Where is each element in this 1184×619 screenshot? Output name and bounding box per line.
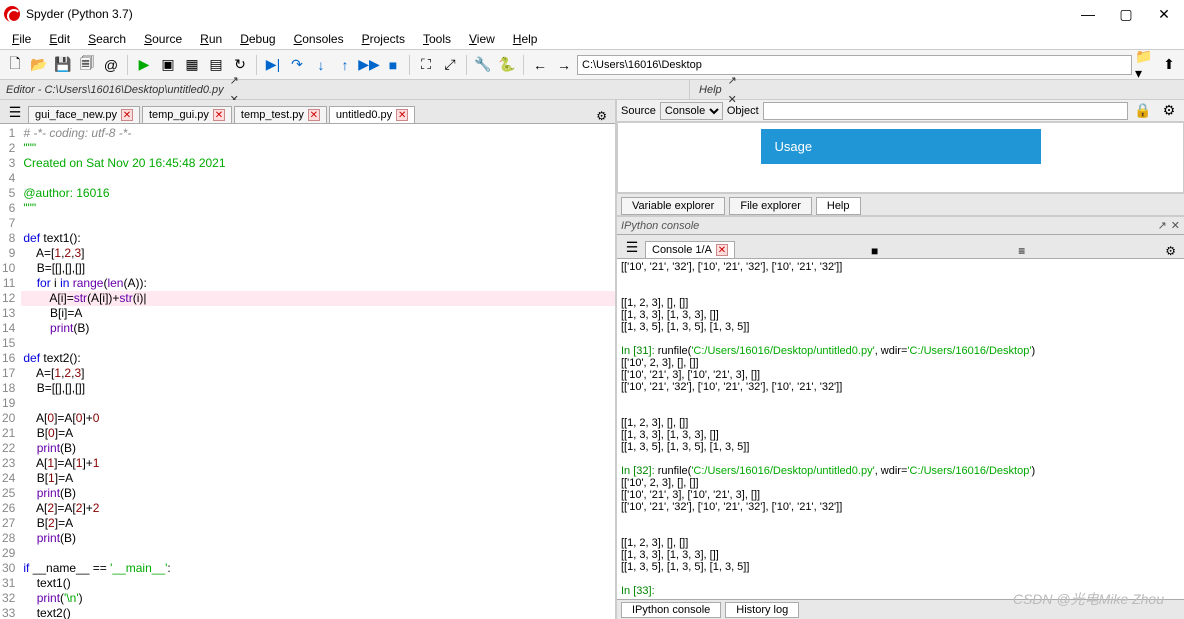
- preferences-icon[interactable]: 🔧: [472, 54, 494, 76]
- new-file-icon[interactable]: 🗋: [4, 54, 26, 76]
- menu-projects[interactable]: Projects: [354, 30, 413, 48]
- ipython-title: IPython console: [621, 220, 699, 232]
- gear-icon[interactable]: ⚙: [1158, 100, 1180, 122]
- close-console-icon[interactable]: ✕: [1171, 219, 1180, 232]
- fullscreen-icon[interactable]: ⤢: [439, 54, 461, 76]
- save-icon[interactable]: 💾: [52, 54, 74, 76]
- titlebar: Spyder (Python 3.7) — ▢ ✕: [0, 0, 1184, 28]
- editor-tab[interactable]: untitled0.py✕: [329, 106, 415, 123]
- run-cell-advance-icon[interactable]: ▦: [181, 54, 203, 76]
- debug-icon[interactable]: ▶|: [262, 54, 284, 76]
- menu-help[interactable]: Help: [505, 30, 546, 48]
- object-label: Object: [727, 105, 759, 117]
- minimize-button[interactable]: —: [1078, 6, 1098, 23]
- editor-options-icon[interactable]: ⚙: [592, 109, 611, 123]
- undock-console-icon[interactable]: ↗: [1158, 219, 1167, 232]
- menubar: FileEditSearchSourceRunDebugConsolesProj…: [0, 28, 1184, 50]
- help-tab[interactable]: Variable explorer: [621, 197, 725, 215]
- help-tab[interactable]: Help: [816, 197, 861, 215]
- undock-icon[interactable]: ↗: [230, 74, 682, 87]
- rerun-icon[interactable]: ↻: [229, 54, 251, 76]
- editor-tab[interactable]: temp_test.py✕: [234, 106, 327, 123]
- close-tab-icon[interactable]: ✕: [396, 109, 408, 121]
- menu-source[interactable]: Source: [136, 30, 190, 48]
- help-tab[interactable]: File explorer: [729, 197, 812, 215]
- menu-run[interactable]: Run: [192, 30, 230, 48]
- run-icon[interactable]: ▶: [133, 54, 155, 76]
- code-editor[interactable]: 1234567891011121314151617181920212223242…: [0, 124, 615, 619]
- step-out-icon[interactable]: ↑: [334, 54, 356, 76]
- browse-dir-icon[interactable]: 📁▾: [1134, 54, 1156, 76]
- nav-forward-icon[interactable]: →: [553, 54, 575, 76]
- help-label: Help: [693, 84, 728, 96]
- menu-tools[interactable]: Tools: [415, 30, 459, 48]
- object-input[interactable]: [763, 102, 1128, 120]
- at-icon[interactable]: @: [100, 54, 122, 76]
- run-cell-icon[interactable]: ▣: [157, 54, 179, 76]
- editor-path-label: Editor - C:\Users\16016\Desktop\untitled…: [0, 84, 230, 96]
- close-tab-icon[interactable]: ✕: [308, 109, 320, 121]
- console-list-icon[interactable]: ☰: [621, 236, 643, 258]
- menu-file[interactable]: File: [4, 30, 39, 48]
- source-select[interactable]: Console: [660, 102, 723, 120]
- bottom-tab[interactable]: IPython console: [621, 602, 721, 618]
- step-into-icon[interactable]: ↓: [310, 54, 332, 76]
- menu-view[interactable]: View: [461, 30, 503, 48]
- working-dir-input[interactable]: C:\Users\16016\Desktop: [577, 55, 1132, 75]
- ipython-console[interactable]: [['10', '21', '32'], ['10', '21', '32'],…: [617, 259, 1184, 599]
- save-all-icon[interactable]: 🗐: [76, 54, 98, 76]
- parent-dir-icon[interactable]: ⬆: [1158, 54, 1180, 76]
- watermark: CSDN @光电Mike Zhou: [1013, 589, 1164, 609]
- maximize-pane-icon[interactable]: ⛶: [415, 54, 437, 76]
- open-file-icon[interactable]: 📂: [28, 54, 50, 76]
- source-label: Source: [621, 105, 656, 117]
- undock-help-icon[interactable]: ↗: [728, 74, 1180, 87]
- console-tabbar: ☰ Console 1/A✕ ■ ≡ ⚙: [617, 235, 1184, 259]
- continue-icon[interactable]: ▶▶: [358, 54, 380, 76]
- close-button[interactable]: ✕: [1154, 6, 1174, 23]
- console-tab[interactable]: Console 1/A✕: [645, 241, 735, 258]
- console-options-icon[interactable]: ≡: [1014, 244, 1029, 258]
- usage-banner: Usage: [761, 129, 1041, 164]
- console-gear-icon[interactable]: ⚙: [1161, 244, 1180, 258]
- menu-debug[interactable]: Debug: [232, 30, 283, 48]
- help-tabs: Variable explorerFile explorerHelp: [617, 193, 1184, 215]
- close-tab-icon[interactable]: ✕: [121, 109, 133, 121]
- editor-tab[interactable]: temp_gui.py✕: [142, 106, 232, 123]
- nav-back-icon[interactable]: ←: [529, 54, 551, 76]
- bottom-tab[interactable]: History log: [725, 602, 799, 618]
- close-tab-icon[interactable]: ✕: [213, 109, 225, 121]
- spyder-icon: [4, 6, 20, 22]
- editor-tabbar: ☰ gui_face_new.py✕temp_gui.py✕temp_test.…: [0, 100, 615, 124]
- pythonpath-icon[interactable]: 🐍: [496, 54, 518, 76]
- lock-icon[interactable]: 🔒: [1132, 100, 1154, 122]
- console-stop-icon[interactable]: ■: [867, 244, 882, 258]
- step-over-icon[interactable]: ↷: [286, 54, 308, 76]
- run-selection-icon[interactable]: ▤: [205, 54, 227, 76]
- stop-debug-icon[interactable]: ■: [382, 54, 404, 76]
- tab-list-icon[interactable]: ☰: [4, 101, 26, 123]
- editor-tab[interactable]: gui_face_new.py✕: [28, 106, 140, 123]
- window-title: Spyder (Python 3.7): [26, 7, 1078, 21]
- menu-edit[interactable]: Edit: [41, 30, 78, 48]
- menu-search[interactable]: Search: [80, 30, 134, 48]
- close-tab-icon[interactable]: ✕: [716, 244, 728, 256]
- menu-consoles[interactable]: Consoles: [286, 30, 352, 48]
- maximize-button[interactable]: ▢: [1116, 6, 1136, 23]
